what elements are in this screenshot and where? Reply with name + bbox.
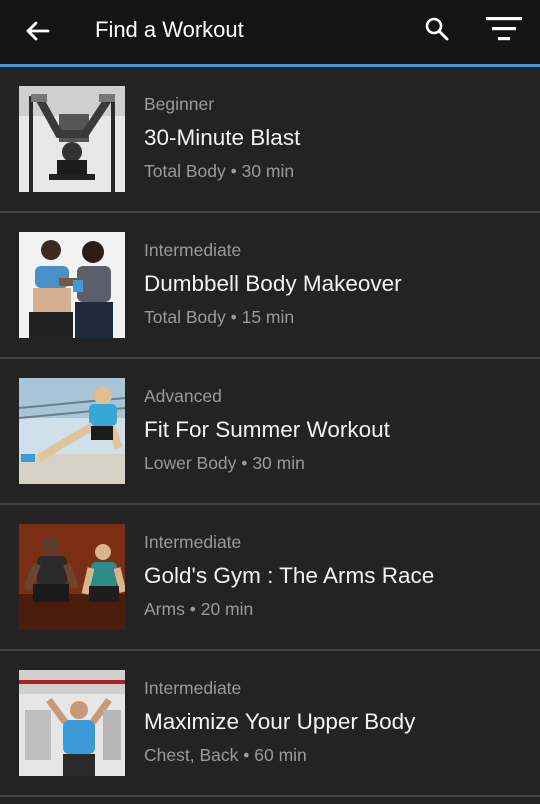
workout-focus: Chest, Back [144, 745, 239, 765]
workout-focus: Arms [144, 599, 185, 619]
workout-level: Beginner [144, 94, 215, 114]
workout-title: Fit For Summer Workout [144, 417, 390, 442]
workout-meta: Chest, Back • 60 min [144, 744, 528, 766]
workout-duration: 20 min [200, 599, 254, 619]
workout-row[interactable]: Intermediate Maximize Your Upper Body Ch… [0, 651, 540, 797]
workout-thumbnail [19, 670, 125, 776]
workout-title: 30-Minute Blast [144, 125, 301, 150]
app-header: Find a Workout [0, 0, 540, 67]
page-title: Find a Workout [95, 17, 244, 42]
workout-thumbnail [19, 232, 125, 338]
workout-meta: Total Body • 15 min [144, 306, 528, 328]
workout-title: Dumbbell Body Makeover [144, 271, 402, 296]
workout-duration: 30 min [241, 161, 295, 181]
meta-separator: • [243, 745, 250, 765]
workout-list: Beginner 30-Minute Blast Total Body • 30… [0, 67, 540, 797]
workout-duration: 15 min [241, 307, 295, 327]
meta-separator: • [230, 161, 237, 181]
workout-level: Advanced [144, 386, 222, 406]
meta-separator: • [241, 453, 248, 473]
workout-focus: Total Body [144, 307, 226, 327]
workout-meta: Lower Body • 30 min [144, 452, 528, 474]
app-screen: Find a Workout Beginner 30-Minute Blast … [0, 0, 540, 804]
meta-separator: • [230, 307, 237, 327]
filter-button[interactable] [482, 12, 526, 46]
workout-focus: Total Body [144, 161, 226, 181]
filter-icon [486, 17, 522, 41]
search-button[interactable] [420, 12, 454, 46]
workout-thumbnail [19, 524, 125, 630]
workout-row[interactable]: Advanced Fit For Summer Workout Lower Bo… [0, 359, 540, 505]
workout-level: Intermediate [144, 240, 242, 260]
workout-focus: Lower Body [144, 453, 237, 473]
workout-duration: 60 min [254, 745, 307, 765]
workout-meta: Total Body • 30 min [144, 160, 528, 182]
workout-row[interactable]: Intermediate Gold's Gym : The Arms Race … [0, 505, 540, 651]
workout-level: Intermediate [144, 532, 242, 552]
workout-thumbnail [19, 378, 125, 484]
workout-row[interactable]: Intermediate Dumbbell Body Makeover Tota… [0, 213, 540, 359]
workout-thumbnail [19, 86, 125, 192]
workout-meta: Arms • 20 min [144, 598, 528, 620]
workout-title: Gold's Gym : The Arms Race [144, 563, 435, 588]
search-icon [425, 17, 449, 41]
workout-duration: 30 min [252, 453, 305, 473]
workout-level: Intermediate [144, 678, 242, 698]
back-button[interactable] [20, 14, 54, 48]
arrow-left-icon [26, 21, 50, 41]
workout-row[interactable]: Beginner 30-Minute Blast Total Body • 30… [0, 67, 540, 213]
workout-title: Maximize Your Upper Body [144, 709, 416, 734]
meta-separator: • [189, 599, 196, 619]
